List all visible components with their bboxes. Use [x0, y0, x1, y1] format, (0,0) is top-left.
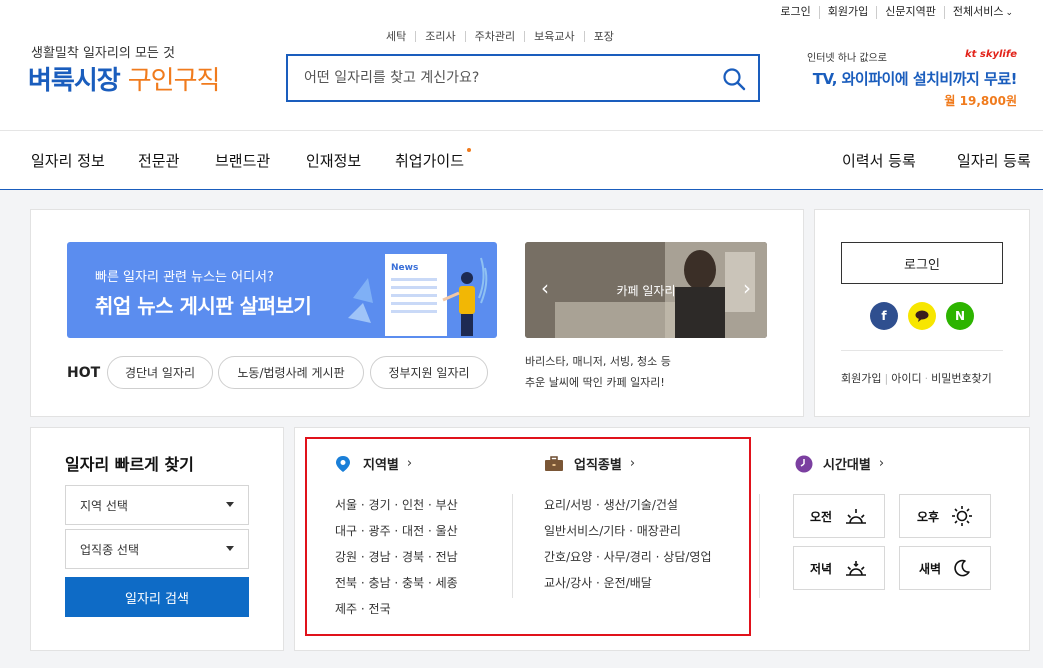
- find-id-link[interactable]: 아이디: [891, 372, 921, 385]
- caret-down-icon: [226, 546, 234, 551]
- separator: |: [884, 372, 889, 385]
- cafe-desc-line2: 추운 날씨에 딱인 카페 일자리!: [525, 376, 665, 389]
- nav-job-info[interactable]: 일자리 정보: [31, 150, 105, 171]
- time-dawn-button[interactable]: 새벽: [899, 546, 991, 590]
- facebook-login-icon[interactable]: f: [870, 302, 898, 330]
- util-login-link[interactable]: 로그인: [772, 6, 818, 19]
- ad-headline: TV, 와이파이에 설치비까지 무료!: [812, 70, 1018, 88]
- chevron-right-icon: ›: [878, 456, 885, 471]
- nav-specialty[interactable]: 전문관: [138, 150, 179, 171]
- account-links: 회원가입 | 아이디 · 비밀번호찾기: [841, 370, 992, 386]
- sunrise-icon: [846, 509, 867, 524]
- kakao-login-icon[interactable]: [908, 302, 936, 330]
- popular-keywords: 세탁 조리사 주차관리 보육교사 포장: [386, 31, 623, 42]
- keyword-link[interactable]: 세탁: [386, 31, 415, 42]
- ad-price: 월 19,800원: [944, 94, 1017, 108]
- keyword-link[interactable]: 포장: [583, 31, 623, 42]
- utility-links: 로그인 회원가입 신문지역판 전체서비스 ⌄: [772, 6, 1021, 19]
- cafe-banner-caption: 카페 일자리: [616, 284, 676, 298]
- ad-top-text: 인터넷 하나 값으로: [807, 53, 887, 64]
- keyword-link[interactable]: 조리사: [415, 31, 464, 42]
- search-input[interactable]: [304, 56, 704, 100]
- quick-search-title: 일자리 빠르게 찾기: [65, 455, 194, 474]
- logo[interactable]: 벼룩시장 구인구직: [28, 60, 221, 97]
- job-search-button[interactable]: 일자리 검색: [65, 577, 249, 617]
- sunset-icon: [846, 561, 867, 576]
- banner-panel: 빠른 일자리 관련 뉴스는 어디서? 취업 뉴스 게시판 살펴보기 News ‹…: [30, 209, 804, 417]
- time-morning-label: 오전: [809, 509, 833, 524]
- nav-career-guide[interactable]: 취업가이드: [395, 148, 472, 171]
- time-afternoon-label: 오후: [916, 509, 940, 524]
- util-signup-link[interactable]: 회원가입: [818, 6, 876, 19]
- highlight-box: [305, 437, 751, 636]
- job-type-select-label: 업직종 선택: [80, 542, 140, 557]
- login-panel: 로그인 f N 회원가입 | 아이디 · 비밀번호찾기: [814, 209, 1030, 417]
- kakao-bubble-icon: [915, 310, 929, 322]
- time-morning-button[interactable]: 오전: [793, 494, 885, 538]
- new-dot-icon: [467, 148, 472, 152]
- hot-tag-labor-law[interactable]: 노동/법령사례 게시판: [218, 356, 364, 389]
- nav-brand[interactable]: 브랜드관: [215, 150, 270, 171]
- search-icon[interactable]: [722, 67, 746, 91]
- time-category-title: 시간대별: [823, 458, 871, 473]
- news-banner[interactable]: 빠른 일자리 관련 뉴스는 어디서? 취업 뉴스 게시판 살펴보기 News: [67, 242, 497, 338]
- chevron-down-icon: ⌄: [1005, 8, 1013, 18]
- hot-label: HOT: [67, 365, 101, 381]
- divider: [841, 350, 1003, 351]
- ad-brand-logo: kt skylife: [964, 49, 1017, 60]
- util-regional-link[interactable]: 신문지역판: [876, 6, 944, 19]
- login-button[interactable]: 로그인: [841, 242, 1003, 284]
- nav-career-guide-label: 취업가이드: [395, 152, 465, 170]
- separator: ·: [924, 372, 929, 385]
- job-type-select[interactable]: 업직종 선택: [65, 529, 249, 569]
- news-banner-line2: 취업 뉴스 게시판 살펴보기: [95, 294, 312, 318]
- time-afternoon-button[interactable]: 오후: [899, 494, 991, 538]
- header: 로그인 회원가입 신문지역판 전체서비스 ⌄ 생활밀착 일자리의 모든 것 벼룩시…: [0, 0, 1043, 130]
- time-category-link[interactable]: 시간대별 ›: [795, 454, 884, 473]
- time-evening-button[interactable]: 저녁: [793, 546, 885, 590]
- logo-orange-text: 구인구직: [127, 66, 221, 96]
- logo-tagline: 생활밀착 일자리의 모든 것: [31, 46, 175, 61]
- find-password-link[interactable]: 비밀번호찾기: [931, 372, 992, 385]
- clock-icon: [795, 455, 813, 472]
- region-select-label: 지역 선택: [80, 498, 128, 513]
- keyword-link[interactable]: 주차관리: [464, 31, 524, 42]
- ad-banner[interactable]: 인터넷 하나 값으로 kt skylife TV, 와이파이에 설치비까지 무료…: [807, 49, 1018, 109]
- all-services-label: 전체서비스: [952, 5, 1004, 18]
- time-evening-label: 저녁: [809, 561, 833, 576]
- cafe-desc-line1: 바리스타, 매니저, 서빙, 청소 등: [525, 355, 671, 368]
- keyword-link[interactable]: 보육교사: [524, 31, 583, 42]
- cafe-description: 바리스타, 매니저, 서빙, 청소 등 추운 날씨에 딱인 카페 일자리!: [525, 351, 671, 393]
- signup-link[interactable]: 회원가입: [841, 372, 881, 385]
- time-dawn-label: 새벽: [918, 561, 942, 576]
- ad-top-row: 인터넷 하나 값으로 kt skylife: [807, 49, 1017, 64]
- moon-icon: [954, 559, 970, 577]
- nav-register-resume[interactable]: 이력서 등록: [842, 150, 916, 171]
- news-illustration-icon: News: [348, 254, 488, 336]
- caret-down-icon: [226, 502, 234, 507]
- quick-search-panel: 일자리 빠르게 찾기 지역 선택 업직종 선택 일자리 검색: [30, 427, 284, 651]
- logo-blue-text: 벼룩시장: [28, 66, 121, 96]
- news-banner-line1: 빠른 일자리 관련 뉴스는 어디서?: [95, 270, 274, 285]
- hot-tag-gov-support[interactable]: 정부지원 일자리: [370, 356, 488, 389]
- divider: [759, 494, 760, 598]
- nav-talent[interactable]: 인재정보: [306, 150, 361, 171]
- news-graphic-label: News: [391, 263, 418, 273]
- nav-register-job[interactable]: 일자리 등록: [957, 150, 1031, 171]
- util-all-services-link[interactable]: 전체서비스 ⌄: [943, 5, 1021, 19]
- cafe-banner[interactable]: ‹ › 카페 일자리: [525, 242, 767, 338]
- hot-tag-career-break[interactable]: 경단녀 일자리: [107, 356, 213, 389]
- search-box: [286, 54, 760, 102]
- naver-login-icon[interactable]: N: [946, 302, 974, 330]
- region-select[interactable]: 지역 선택: [65, 485, 249, 525]
- main-nav: 일자리 정보 전문관 브랜드관 인재정보 취업가이드 이력서 등록 일자리 등록: [0, 130, 1043, 190]
- sun-icon: [952, 506, 973, 526]
